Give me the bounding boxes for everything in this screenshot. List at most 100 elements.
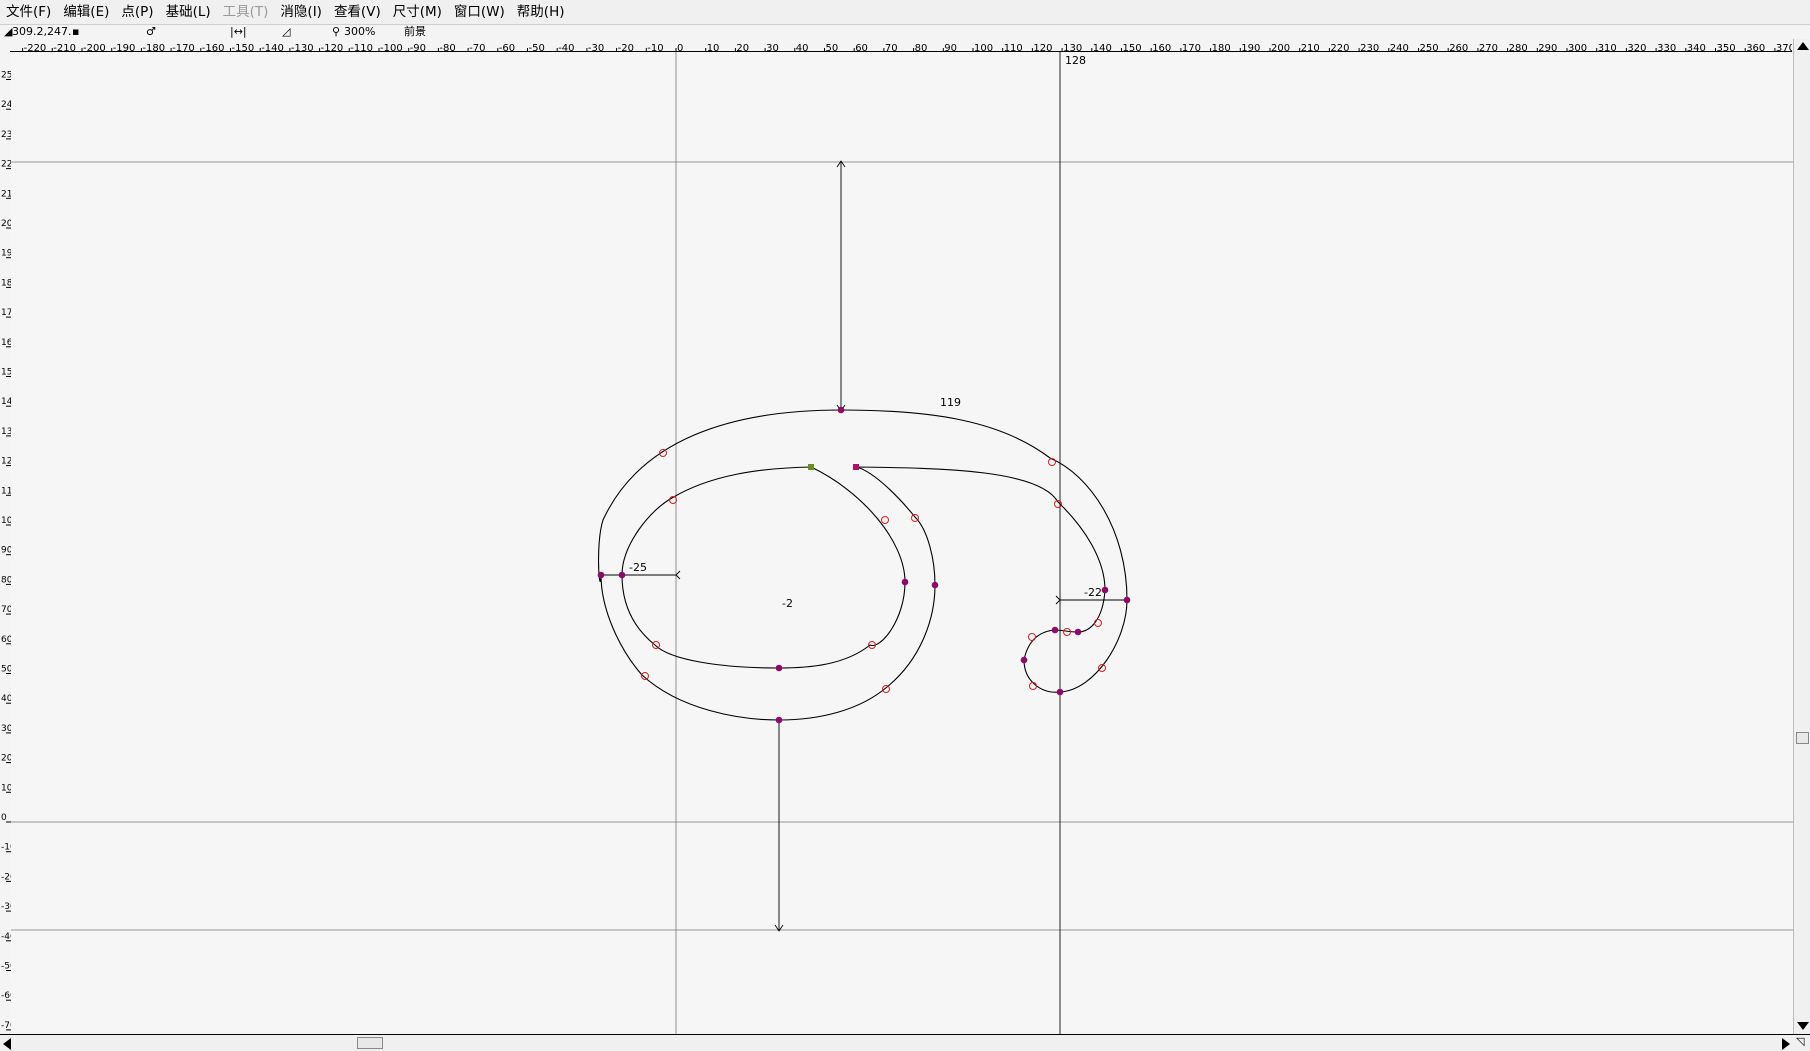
h-ruler-label: -150 <box>232 43 255 52</box>
point-left-outer <box>597 571 605 579</box>
menu-item-8[interactable]: 窗口(W) <box>448 0 511 24</box>
menu-item-1[interactable]: 编辑(E) <box>57 0 115 24</box>
v-ruler-label: 80 <box>1 575 11 585</box>
h-ruler-label: -130 <box>291 43 314 52</box>
h-ruler-label: 200 <box>1271 43 1290 52</box>
v-ruler-label: 140 <box>1 397 11 407</box>
h-ruler-label: 280 <box>1509 43 1528 52</box>
menu-item-4[interactable]: 工具(T) <box>217 0 275 24</box>
h-ruler-label: 20 <box>736 43 749 52</box>
h-ruler-label: 330 <box>1657 43 1676 52</box>
h-ruler-label: 70 <box>885 43 898 52</box>
horizontal-scrollbar[interactable]: ◹ <box>0 1034 1810 1051</box>
v-ruler-label: 30 <box>1 724 11 734</box>
point-tail-top-2 <box>1074 628 1082 636</box>
h-ruler-label: 100 <box>974 43 993 52</box>
h-ruler-label: -180 <box>142 43 165 52</box>
v-ruler-label: 50 <box>1 665 11 675</box>
menu-item-0[interactable]: 文件(F) <box>0 0 57 24</box>
h-ruler-label: 370 <box>1776 43 1792 52</box>
horizontal-scroll-thumb[interactable] <box>357 1037 383 1049</box>
point-top <box>837 406 845 414</box>
h-ruler-label: 260 <box>1449 43 1468 52</box>
scroll-down-arrow-icon[interactable] <box>1797 1022 1809 1030</box>
h-ruler-label: 320 <box>1627 43 1646 52</box>
h-ruler-label: 170 <box>1182 43 1201 52</box>
h-ruler-label: 30 <box>766 43 779 52</box>
v-ruler-label: -70 <box>1 1021 11 1031</box>
angle-icon: ◿ <box>282 25 291 38</box>
glyph-inner-contour[interactable] <box>621 466 906 669</box>
h-ruler-label: 360 <box>1746 43 1765 52</box>
h-ruler-label: -210 <box>53 43 76 52</box>
active-layer: 前景 <box>404 25 426 38</box>
v-ruler-label: 10 <box>1 783 11 793</box>
glyph-canvas[interactable]: 128 119 -25 -22 -2 <box>11 52 1793 1034</box>
point-bottom-inner <box>775 664 783 672</box>
h-ruler-label: -170 <box>172 43 195 52</box>
h-ruler-label: -40 <box>558 43 574 52</box>
scroll-left-arrow-icon[interactable] <box>3 1038 11 1050</box>
h-ruler-label: -110 <box>350 43 373 52</box>
right-overshoot-label: -22 <box>1084 586 1102 599</box>
h-ruler-label: 340 <box>1687 43 1706 52</box>
h-ruler-label: 0 <box>677 43 683 52</box>
v-ruler-label: 100 <box>1 516 11 526</box>
v-ruler-label: 70 <box>1 605 11 615</box>
horizontal-ruler: -220 -210 -200 -190 -180 -170 -160 -150 -140 -130… <box>10 39 1792 52</box>
menu-item-2[interactable]: 点(P) <box>115 0 159 24</box>
h-ruler-label: -70 <box>469 43 485 52</box>
v-ruler-label: 40 <box>1 694 11 704</box>
off-curve-points[interactable] <box>641 449 1106 693</box>
v-ruler-label: 170 <box>1 308 11 318</box>
point-tail-left <box>1020 656 1028 664</box>
v-ruler-label: 150 <box>1 368 11 378</box>
menu-item-6[interactable]: 查看(V) <box>328 0 387 24</box>
h-ruler-label: 80 <box>915 43 928 52</box>
v-ruler-label: 190 <box>1 249 11 259</box>
v-ruler-label: 20 <box>1 754 11 764</box>
point-left-inner <box>618 571 626 579</box>
h-ruler-label: -160 <box>202 43 225 52</box>
h-ruler-label: 60 <box>855 43 868 52</box>
scroll-up-arrow-icon[interactable] <box>1797 42 1809 50</box>
v-ruler-label: -50 <box>1 962 11 972</box>
h-ruler-label: 300 <box>1568 43 1587 52</box>
v-ruler-label: 250 <box>1 71 11 81</box>
h-ruler-label: 150 <box>1123 43 1142 52</box>
h-ruler-label: 220 <box>1330 43 1349 52</box>
v-ruler-label: 60 <box>1 635 11 645</box>
menu-item-7[interactable]: 尺寸(M) <box>387 0 448 24</box>
h-ruler-label: 180 <box>1212 43 1231 52</box>
menu-bar: 文件(F) 编辑(E) 点(P) 基础(L) 工具(T) 消隐(I) 查看(V) 尺寸(M) 窗… <box>0 0 1810 25</box>
top-height-label: 119 <box>940 396 961 409</box>
menu-item-3[interactable]: 基础(L) <box>160 0 217 24</box>
counter-label: -2 <box>782 597 793 610</box>
h-ruler-label: 230 <box>1360 43 1379 52</box>
selection-info-icon: ♂ <box>146 25 156 38</box>
point-tail-right-outer <box>1123 596 1131 604</box>
menu-item-5[interactable]: 消隐(I) <box>274 0 328 24</box>
point-start-inner <box>808 464 814 470</box>
vertical-scroll-thumb[interactable] <box>1796 732 1809 744</box>
v-ruler-label: 110 <box>1 486 11 496</box>
h-ruler-label: -90 <box>410 43 426 52</box>
v-ruler-label: 130 <box>1 427 11 437</box>
v-ruler-label: -40 <box>1 932 11 942</box>
width-arrows-icon: |↔| <box>230 25 247 38</box>
glyph-outer-contour[interactable] <box>598 409 1128 721</box>
corner-resize-icon[interactable]: ◹ <box>1796 1035 1804 1048</box>
point-bottom-outer <box>775 716 783 724</box>
vertical-scrollbar[interactable] <box>1793 39 1810 1034</box>
scroll-right-arrow-icon[interactable] <box>1782 1038 1790 1050</box>
h-ruler-label: 240 <box>1390 43 1409 52</box>
on-curve-points[interactable] <box>597 406 1131 724</box>
menu-item-9[interactable]: 帮助(H) <box>511 0 571 24</box>
v-ruler-label: -60 <box>1 991 11 1001</box>
point-tail-bottom <box>1056 688 1064 696</box>
h-ruler-label: 290 <box>1538 43 1557 52</box>
info-bar: ◢ 309.2,247. ▪ ♂ |↔| ◿ ⚲ 300% 前景 <box>0 25 1810 39</box>
coordinates-readout: 309.2,247. <box>12 25 72 38</box>
zoom-level: 300% <box>344 25 376 38</box>
point-tail-top-1 <box>1051 626 1059 634</box>
